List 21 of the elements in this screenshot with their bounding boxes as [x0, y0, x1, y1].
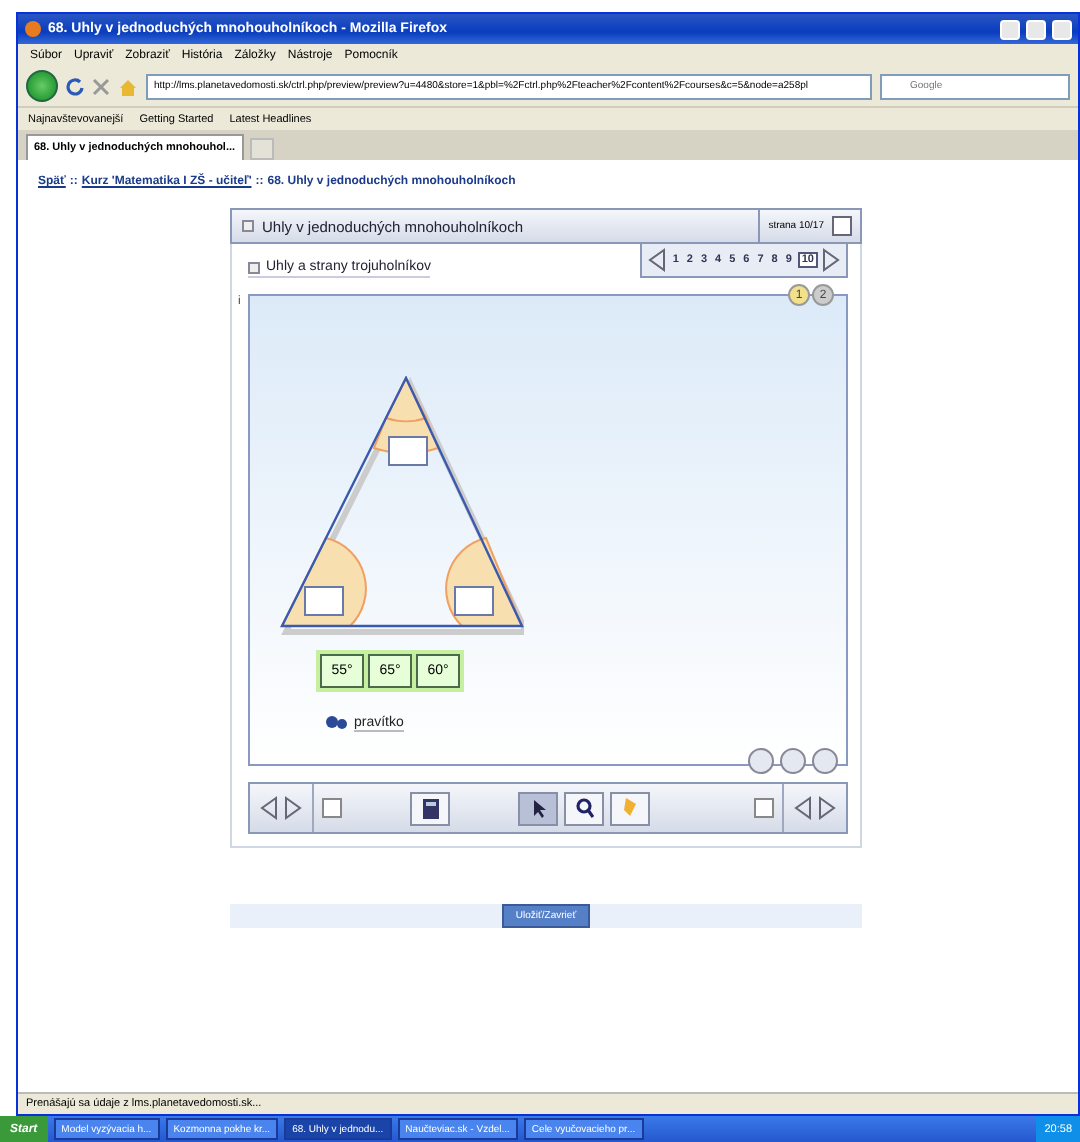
pointer-icon	[531, 799, 545, 817]
maximize-button[interactable]	[1026, 19, 1046, 39]
back-button[interactable]	[26, 70, 58, 102]
answer-slot[interactable]	[454, 586, 494, 616]
browser-logo-icon	[24, 20, 42, 38]
dropdown-button[interactable]	[322, 798, 342, 818]
collapse-button[interactable]	[832, 216, 852, 236]
tool-button[interactable]	[410, 791, 450, 825]
tool-button[interactable]	[518, 791, 558, 825]
minimize-button[interactable]	[1000, 19, 1020, 39]
stop-icon[interactable]	[92, 77, 110, 95]
close-button[interactable]	[1052, 19, 1072, 39]
answer-slot[interactable]	[304, 586, 344, 616]
marker-icon	[622, 798, 638, 818]
tool-button[interactable]	[564, 791, 604, 825]
answer-slot[interactable]	[388, 436, 428, 466]
magnifier-icon	[575, 798, 593, 818]
dropdown-button[interactable]	[754, 798, 774, 818]
gears-icon[interactable]	[324, 712, 348, 734]
reload-icon[interactable]	[66, 77, 84, 95]
calculator-icon	[421, 797, 439, 819]
